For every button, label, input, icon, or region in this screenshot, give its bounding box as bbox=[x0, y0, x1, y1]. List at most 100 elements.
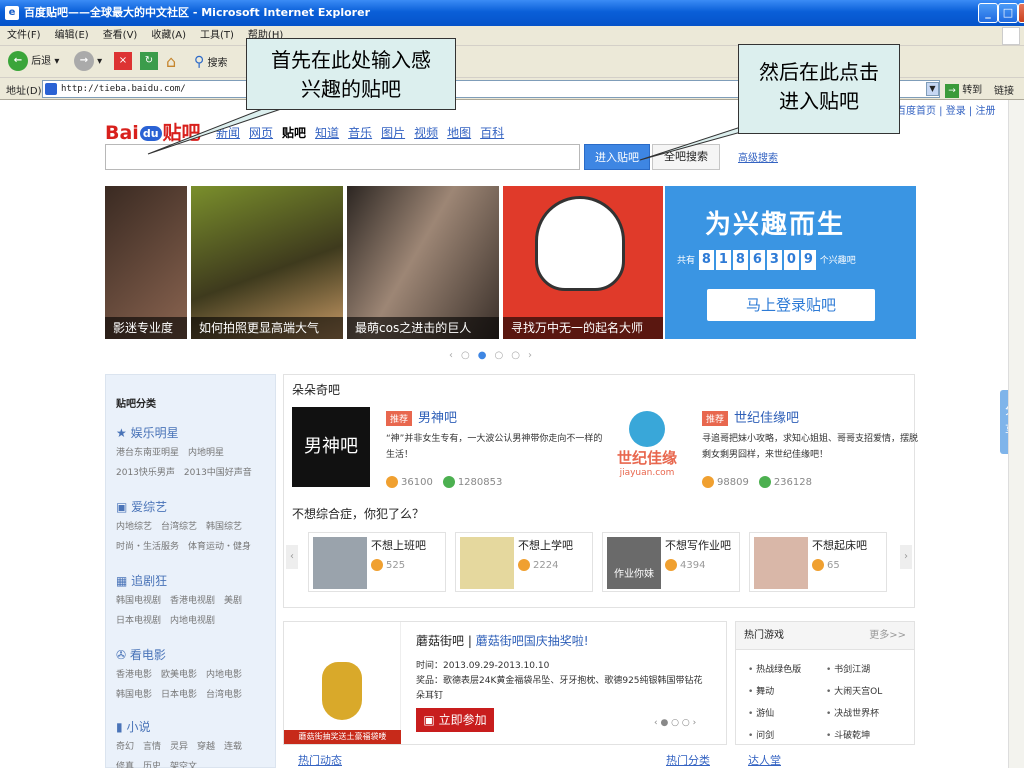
vertical-scrollbar[interactable] bbox=[1008, 100, 1024, 768]
hot-games-header: 热门游戏 更多>> bbox=[736, 622, 914, 650]
category-title[interactable]: ✇ 看电影 bbox=[116, 645, 271, 665]
category-links[interactable]: 时尚・生活服务 体育运动・健身 bbox=[116, 537, 271, 557]
game-link[interactable]: 热战绿色版 bbox=[748, 662, 801, 675]
category-entertainment: ★ 娱乐明星 港台东南亚明星 内地明星 2013快乐男声 2013中国好声音 bbox=[116, 423, 271, 483]
tieba-search-input[interactable] bbox=[105, 144, 580, 170]
close-button[interactable]: × bbox=[1018, 3, 1024, 23]
category-title[interactable]: ▣ 爱综艺 bbox=[116, 497, 271, 517]
tab-hot-categories[interactable]: 热门分类 bbox=[666, 752, 710, 768]
nav-web[interactable]: 网页 bbox=[249, 126, 273, 140]
links-label[interactable]: 链接 bbox=[994, 82, 1014, 97]
cards-next-arrow[interactable]: › bbox=[900, 545, 912, 569]
tab-hot-activity[interactable]: 热门动态 bbox=[298, 752, 342, 768]
featured-desc: 寻追哥把妹小攻略，求知心姐姐、哥哥支招爱情，摆脱剩女剩男囧样，来世纪佳缘吧！ bbox=[702, 434, 919, 460]
bar-card[interactable]: 不想上班吧 525 bbox=[308, 532, 446, 592]
bar-card[interactable]: 作业你妹 不想写作业吧 4394 bbox=[602, 532, 740, 592]
game-link[interactable]: 斗破乾坤 bbox=[826, 728, 870, 741]
member-icon bbox=[386, 476, 398, 488]
nav-images[interactable]: 图片 bbox=[381, 126, 405, 140]
pager-dot[interactable]: ○ bbox=[461, 350, 470, 361]
carousel-slide-4[interactable]: 寻找万中无一的起名大师 bbox=[503, 186, 663, 339]
category-links[interactable]: 香港电影 欧美电影 内地电影 bbox=[116, 665, 271, 685]
featured-bar-jiayuan[interactable]: 世纪佳缘 jiayuan.com 推荐 世纪佳缘吧 寻追哥把妹小攻略，求知心姐姐、… bbox=[608, 407, 918, 491]
carousel-slide-3[interactable]: 最萌cos之进击的巨人 bbox=[347, 186, 499, 339]
login-tieba-button[interactable]: 马上登录贴吧 bbox=[707, 289, 875, 321]
category-links[interactable]: 韩国电影 日本电影 台湾电影 bbox=[116, 685, 271, 705]
card-count-value: 65 bbox=[827, 560, 840, 571]
category-title[interactable]: ▮ 小说 bbox=[116, 717, 271, 737]
event-subtitle[interactable]: 蘑菇街吧国庆抽奖啦! bbox=[476, 634, 589, 648]
category-links[interactable]: 2013快乐男声 2013中国好声音 bbox=[116, 463, 271, 483]
advanced-search-link[interactable]: 高级搜索 bbox=[738, 149, 778, 164]
category-links[interactable]: 修真 历史 架空文 bbox=[116, 757, 271, 768]
go-button[interactable]: → 转到 bbox=[945, 81, 982, 98]
featured-title[interactable]: 推荐 世纪佳缘吧 bbox=[702, 407, 799, 426]
event-time: 时间：2013.09.29-2013.10.10 bbox=[416, 661, 550, 671]
game-link[interactable]: 舞动 bbox=[748, 684, 774, 697]
nav-news[interactable]: 新闻 bbox=[216, 126, 240, 140]
category-links[interactable]: 韩国电视剧 香港电视剧 美剧 bbox=[116, 591, 271, 611]
cartoon-face-image bbox=[535, 196, 625, 291]
pager-dot[interactable]: ○ bbox=[511, 350, 520, 361]
category-links[interactable]: 内地综艺 台湾综艺 韩国综艺 bbox=[116, 517, 271, 537]
category-sidebar: 贴吧分类 ★ 娱乐明星 港台东南亚明星 内地明星 2013快乐男声 2013中国… bbox=[105, 374, 276, 768]
bar-card[interactable]: 不想上学吧 2224 bbox=[455, 532, 593, 592]
nav-baike[interactable]: 百科 bbox=[480, 126, 504, 140]
address-dropdown-icon[interactable]: ▼ bbox=[926, 82, 939, 96]
hot-games-title: 热门游戏 bbox=[744, 630, 784, 641]
bar-card[interactable]: 不想起床吧 65 bbox=[749, 532, 887, 592]
category-drama: ▦ 追剧狂 韩国电视剧 香港电视剧 美剧 日本电视剧 内地电视剧 bbox=[116, 571, 271, 631]
menu-file[interactable]: 文件(F) bbox=[0, 26, 48, 46]
event-panel: 蘑菇街抽奖送土豪福袋喽 蘑菇街吧 | 蘑菇街吧国庆抽奖啦! 时间：2013.09… bbox=[283, 621, 727, 745]
nav-music[interactable]: 音乐 bbox=[348, 126, 372, 140]
carousel-slide-2[interactable]: 如何拍照更显高端大气 bbox=[191, 186, 343, 339]
menu-favorites[interactable]: 收藏(A) bbox=[144, 26, 193, 46]
game-link[interactable]: 游仙 bbox=[748, 706, 774, 719]
cards-prev-arrow[interactable]: ‹ bbox=[286, 545, 298, 569]
minimize-button[interactable]: _ bbox=[978, 3, 998, 23]
event-pager[interactable]: ‹ ● ○ ○ › bbox=[654, 718, 696, 728]
category-links[interactable]: 日本电视剧 内地电视剧 bbox=[116, 611, 271, 631]
pager-dot[interactable]: ○ bbox=[494, 350, 503, 361]
event-bar-name[interactable]: 蘑菇街吧 bbox=[416, 634, 464, 648]
game-link[interactable]: 书剑江湖 bbox=[826, 662, 870, 675]
back-button[interactable]: ← 后退 ▾ bbox=[8, 51, 59, 73]
go-arrow-icon: → bbox=[945, 84, 959, 98]
category-links[interactable]: 港台东南亚明星 内地明星 bbox=[116, 443, 271, 463]
menu-tools[interactable]: 工具(T) bbox=[193, 26, 241, 46]
nav-zhidao[interactable]: 知道 bbox=[315, 126, 339, 140]
prev-arrow-icon[interactable]: ‹ bbox=[449, 350, 453, 361]
forward-button[interactable]: → ▾ bbox=[74, 51, 102, 73]
next-arrow-icon[interactable]: › bbox=[528, 350, 532, 361]
category-title[interactable]: ★ 娱乐明星 bbox=[116, 423, 271, 443]
menu-edit[interactable]: 编辑(E) bbox=[48, 26, 96, 46]
search-all-button[interactable]: 全吧搜索 bbox=[652, 144, 720, 170]
pager-dot-active[interactable]: ● bbox=[478, 350, 487, 361]
tab-experts[interactable]: 达人堂 bbox=[748, 752, 781, 768]
refresh-button[interactable]: ↻ bbox=[140, 51, 158, 73]
maximize-button[interactable]: □ bbox=[998, 3, 1018, 23]
nav-tieba[interactable]: 贴吧 bbox=[282, 126, 306, 140]
featured-title[interactable]: 推荐 男神吧 bbox=[386, 407, 457, 426]
home-button[interactable]: ⌂ bbox=[166, 51, 176, 73]
counter-digit: 0 bbox=[783, 250, 799, 270]
featured-bar-nanshen[interactable]: 男神吧 推荐 男神吧 “神”并非女生专有，一大波公认男神带你走向不一样的生活！ 3… bbox=[292, 407, 602, 491]
search-button[interactable]: ⚲ 搜索 bbox=[194, 51, 227, 73]
menu-view[interactable]: 查看(V) bbox=[96, 26, 145, 46]
category-links[interactable]: 奇幻 言情 灵异 穿越 连载 bbox=[116, 737, 271, 757]
carousel-slide-1[interactable]: 影迷专业度 bbox=[105, 186, 187, 339]
game-link[interactable]: 决战世界杯 bbox=[826, 706, 879, 719]
logo-bai: Bai bbox=[105, 122, 139, 144]
baidu-logo[interactable]: Bai du 贴吧 bbox=[105, 118, 201, 145]
game-link[interactable]: 大闹天宫OL bbox=[826, 684, 882, 697]
enter-tieba-button[interactable]: 进入贴吧 bbox=[584, 144, 650, 170]
more-link[interactable]: 更多>> bbox=[869, 622, 906, 650]
join-button[interactable]: ▣ 立即参加 bbox=[416, 708, 494, 732]
top-links[interactable]: 百度首页 | 登录 | 注册 bbox=[896, 102, 995, 117]
game-link[interactable]: 问剑 bbox=[748, 728, 774, 741]
window-title-bar: e 百度贴吧——全球最大的中文社区 - Microsoft Internet E… bbox=[0, 0, 1024, 26]
category-title[interactable]: ▦ 追剧狂 bbox=[116, 571, 271, 591]
stop-button[interactable]: × bbox=[114, 51, 132, 73]
nav-map[interactable]: 地图 bbox=[447, 126, 471, 140]
nav-video[interactable]: 视频 bbox=[414, 126, 438, 140]
